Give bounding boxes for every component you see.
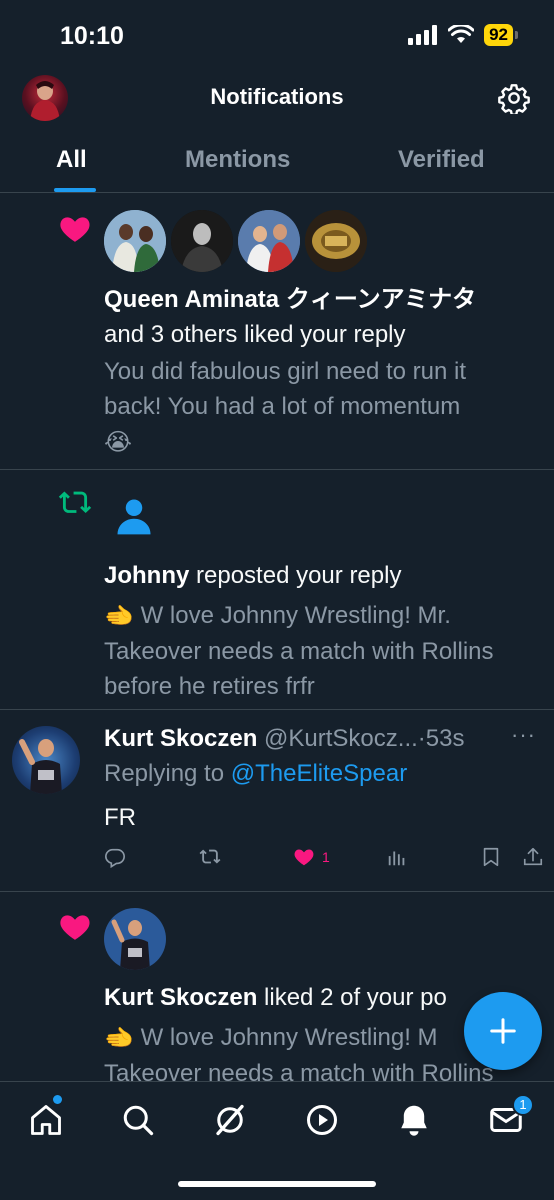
reply-icon bbox=[105, 848, 125, 868]
user-name[interactable]: Johnny bbox=[104, 562, 189, 589]
reply-text: FR bbox=[104, 804, 136, 831]
liker-avatars bbox=[104, 210, 367, 272]
avatar[interactable] bbox=[171, 210, 233, 272]
active-tab-indicator bbox=[54, 188, 96, 192]
notification-headline: Johnny reposted your reply bbox=[104, 558, 401, 593]
share-icon bbox=[523, 847, 543, 866]
tab-mentions[interactable]: Mentions bbox=[185, 146, 290, 174]
notification-action: liked 2 of your po bbox=[264, 984, 447, 1011]
plus-icon bbox=[490, 1018, 516, 1044]
emoji: 🫲 bbox=[104, 1025, 134, 1053]
wifi-icon bbox=[448, 25, 475, 43]
like-button[interactable]: 1 bbox=[292, 846, 330, 868]
compose-button[interactable] bbox=[464, 992, 542, 1070]
tweet-actions: 1 bbox=[104, 846, 544, 876]
replying-to-link[interactable]: @TheEliteSpear bbox=[231, 760, 407, 787]
user-handle[interactable]: @KurtSkocz... bbox=[264, 725, 418, 752]
post-text: W love Johnny Wrestling! Mr. Takeover ne… bbox=[104, 602, 494, 701]
home-icon[interactable] bbox=[28, 1102, 64, 1138]
heart-icon bbox=[60, 217, 90, 242]
tab-verified[interactable]: Verified bbox=[398, 146, 485, 174]
gear-icon[interactable] bbox=[498, 82, 530, 114]
header: Notifications bbox=[0, 72, 554, 124]
bell-icon[interactable] bbox=[396, 1102, 432, 1138]
notification-like[interactable]: Queen Aminata クィーンアミナタ and 3 others like… bbox=[0, 194, 554, 470]
views-icon bbox=[388, 851, 405, 866]
battery-indicator: 92 bbox=[484, 24, 518, 46]
signal-icon bbox=[408, 25, 438, 45]
bookmark-icon bbox=[483, 847, 499, 867]
emoji: 🫲 bbox=[104, 603, 134, 631]
repost-icon bbox=[58, 491, 92, 514]
status-time: 10:10 bbox=[60, 22, 124, 50]
user-name[interactable]: Kurt Skoczen bbox=[104, 725, 257, 752]
notification-like[interactable]: Kurt Skoczen liked 2 of your po 🫲 W love… bbox=[0, 892, 554, 1092]
page-title: Notifications bbox=[210, 84, 344, 109]
bookmark-button[interactable] bbox=[480, 846, 502, 868]
replying-to: Replying to @TheEliteSpear bbox=[104, 756, 407, 791]
battery-level: 92 bbox=[484, 24, 513, 46]
heart-icon bbox=[60, 915, 90, 940]
notification-reply[interactable]: Kurt Skoczen @KurtSkocz...·53s ··· Reply… bbox=[0, 710, 554, 892]
tab-bar: All Mentions Verified bbox=[0, 128, 554, 193]
status-bar: 10:10 92 bbox=[0, 0, 554, 72]
avatar[interactable] bbox=[238, 210, 300, 272]
notification-headline: Kurt Skoczen liked 2 of your po bbox=[104, 980, 447, 1015]
home-notification-dot bbox=[53, 1095, 62, 1104]
home-indicator bbox=[178, 1181, 376, 1187]
notification-name: Queen Aminata クィーンアミナタ bbox=[104, 282, 476, 317]
avatar[interactable] bbox=[305, 210, 367, 272]
user-name[interactable]: Queen Aminata クィーンアミナタ bbox=[104, 286, 476, 313]
person-icon[interactable] bbox=[112, 494, 156, 538]
search-icon[interactable] bbox=[120, 1102, 156, 1138]
avatar[interactable] bbox=[104, 210, 166, 272]
like-count: 1 bbox=[322, 849, 330, 865]
timestamp: 53s bbox=[425, 725, 465, 752]
user-name[interactable]: Kurt Skoczen bbox=[104, 984, 257, 1011]
messages-badge: 1 bbox=[512, 1094, 534, 1116]
grok-icon[interactable] bbox=[212, 1102, 248, 1138]
tweet-header: Kurt Skoczen @KurtSkocz...·53s bbox=[104, 722, 465, 756]
post-text: W love Johnny Wrestling! M bbox=[140, 1024, 438, 1051]
separator: · bbox=[417, 725, 426, 752]
share-button[interactable] bbox=[522, 846, 544, 868]
more-options-icon[interactable]: ··· bbox=[511, 722, 536, 748]
avatar[interactable] bbox=[104, 908, 166, 970]
repost-icon bbox=[199, 849, 221, 864]
avatar[interactable] bbox=[12, 726, 80, 794]
play-icon[interactable] bbox=[304, 1102, 340, 1138]
reply-button[interactable] bbox=[104, 846, 126, 868]
repost-button[interactable] bbox=[198, 846, 222, 868]
emoji: 😭 bbox=[104, 429, 133, 457]
notification-action: and 3 others liked your reply bbox=[104, 321, 406, 348]
tab-all[interactable]: All bbox=[56, 146, 87, 174]
replying-prefix: Replying to bbox=[104, 760, 225, 787]
battery-tip bbox=[515, 31, 518, 39]
status-icons: 92 bbox=[408, 24, 518, 46]
heart-icon bbox=[294, 849, 314, 866]
notification-text: You did fabulous girl need to run it bac… bbox=[104, 354, 524, 460]
views-button[interactable] bbox=[386, 846, 408, 868]
notification-repost[interactable]: Johnny reposted your reply 🫲 W love John… bbox=[0, 470, 554, 710]
notification-text: 🫲 W love Johnny Wrestling! Mr. Takeover … bbox=[104, 598, 524, 704]
post-text: You did fabulous girl need to run it bac… bbox=[104, 358, 467, 420]
notification-action: reposted your reply bbox=[196, 562, 402, 589]
